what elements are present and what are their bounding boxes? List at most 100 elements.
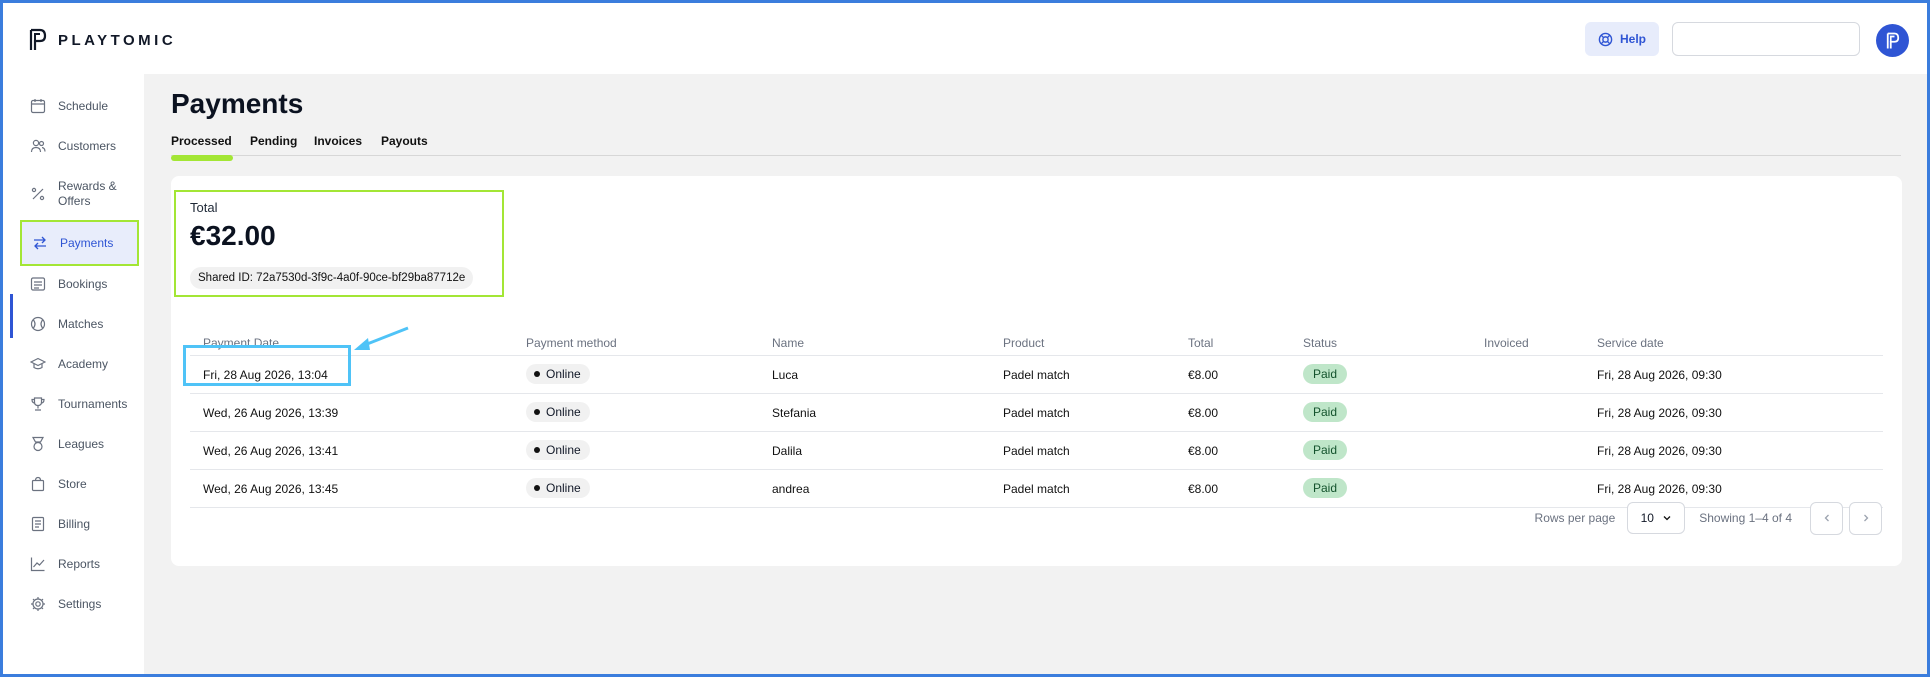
sidebar-item-label: Store — [58, 477, 87, 491]
sidebar-item-label: Academy — [58, 357, 109, 371]
customer-name: Luca — [772, 368, 799, 382]
sidebar-item-tournaments[interactable]: Tournaments — [20, 396, 138, 412]
users-icon — [30, 139, 46, 153]
ball-icon — [30, 316, 46, 332]
column-header[interactable]: Name — [772, 336, 804, 350]
payment-method-chip: Online — [526, 440, 590, 460]
status-dot — [534, 409, 540, 415]
sidebar-item-store[interactable]: Store — [20, 476, 138, 492]
tab-bar: Processed Pending Invoices Payouts — [171, 134, 1901, 156]
playtomic-logo-icon — [1886, 32, 1899, 48]
payments-card: Total €32.00 Shared ID: 72a7530d-3f9c-4a… — [171, 176, 1902, 566]
rows-per-page-label: Rows per page — [1534, 511, 1616, 525]
help-button[interactable]: Help — [1585, 22, 1659, 56]
top-bar: PLAYTOMIC Help — [0, 0, 1930, 74]
search-input[interactable] — [1672, 22, 1860, 56]
document-icon — [31, 516, 45, 532]
payments-table: Payment Date Payment method Name Product… — [190, 326, 1883, 508]
bag-icon — [31, 476, 45, 492]
sidebar-item-billing[interactable]: Billing — [20, 516, 138, 532]
sidebar-item-rewards-offers[interactable]: Rewards & Offers — [20, 178, 138, 210]
payment-date: Wed, 26 Aug 2026, 13:41 — [203, 444, 339, 458]
total-value: €32.00 — [190, 220, 276, 251]
calendar-icon — [30, 99, 46, 114]
amount: €8.00 — [1188, 406, 1219, 420]
list-icon — [30, 277, 46, 291]
sidebar-item-label: Billing — [58, 517, 91, 531]
sidebar-item-label: Settings — [58, 597, 102, 611]
customer-name: andrea — [772, 482, 810, 496]
percent-icon — [31, 187, 45, 201]
sidebar-item-bookings[interactable]: Bookings — [20, 276, 138, 292]
service-date: Fri, 28 Aug 2026, 09:30 — [1597, 406, 1722, 420]
column-header[interactable]: Total — [1188, 336, 1213, 350]
sidebar-item-label: Schedule — [58, 99, 109, 113]
customer-name: Stefania — [772, 406, 817, 420]
product: Padel match — [1003, 444, 1070, 458]
status-dot — [534, 371, 540, 377]
status-dot — [534, 447, 540, 453]
column-header[interactable]: Service date — [1597, 336, 1664, 350]
lifebuoy-icon — [1598, 32, 1613, 46]
sidebar-item-payments[interactable]: Payments — [20, 220, 139, 266]
table-header: Payment Date Payment method Name Product… — [190, 326, 1883, 356]
amount: €8.00 — [1188, 368, 1219, 382]
next-page-button[interactable] — [1849, 501, 1882, 535]
table-row[interactable]: Fri, 28 Aug 2026, 13:04 Online Luca Pade… — [190, 356, 1883, 394]
gear-icon — [31, 597, 45, 611]
graduation-cap-icon — [30, 357, 46, 370]
product: Padel match — [1003, 482, 1070, 496]
help-label: Help — [1619, 32, 1646, 46]
customer-name: Dalila — [772, 444, 803, 458]
arrows-swap-icon — [34, 236, 46, 250]
table-row[interactable]: Wed, 26 Aug 2026, 13:41 Online Dalila Pa… — [190, 432, 1883, 470]
annotation-arrow-icon — [354, 326, 409, 350]
brand-logo[interactable]: PLAYTOMIC — [28, 28, 176, 52]
previous-page-button[interactable] — [1810, 501, 1843, 535]
tab-invoices[interactable]: Invoices — [314, 134, 362, 148]
product: Padel match — [1003, 406, 1070, 420]
status-badge: Paid — [1303, 440, 1348, 460]
sidebar-item-label: Payments — [60, 236, 114, 250]
page-title: Payments — [171, 88, 304, 119]
amount: €8.00 — [1188, 482, 1219, 496]
sidebar-item-matches[interactable]: Matches — [20, 316, 138, 332]
tab-processed[interactable]: Processed — [171, 134, 232, 148]
product: Padel match — [1003, 368, 1070, 382]
sidebar-item-reports[interactable]: Reports — [20, 556, 138, 572]
sidebar-item-academy[interactable]: Academy — [20, 356, 138, 372]
sidebar-item-customers[interactable]: Customers — [20, 138, 138, 154]
tab-payouts[interactable]: Payouts — [381, 134, 428, 148]
sidebar-item-label: Tournaments — [58, 397, 128, 411]
avatar[interactable] — [1876, 24, 1909, 57]
sidebar-item-settings[interactable]: Settings — [20, 596, 138, 612]
column-header[interactable]: Invoiced — [1484, 336, 1529, 350]
sidebar-item-label: Bookings — [58, 277, 108, 291]
status-dot — [534, 485, 540, 491]
sidebar-item-label: Rewards & Offers — [58, 179, 117, 208]
sidebar: Schedule Customers Rewards & Offers Paym… — [0, 74, 144, 677]
tab-pending[interactable]: Pending — [250, 134, 297, 148]
column-header[interactable]: Product — [1003, 336, 1044, 350]
medal-icon — [31, 436, 45, 452]
column-header[interactable]: Status — [1303, 336, 1337, 350]
shared-id-chip: Shared ID: 72a7530d-3f9c-4a0f-90ce-bf29b… — [190, 267, 474, 289]
chart-line-icon — [30, 557, 45, 572]
sidebar-item-label: Matches — [58, 317, 104, 331]
sidebar-item-leagues[interactable]: Leagues — [20, 436, 138, 452]
total-summary: Total €32.00 Shared ID: 72a7530d-3f9c-4a… — [174, 190, 504, 297]
chevron-down-icon — [1663, 516, 1671, 521]
status-badge: Paid — [1303, 402, 1348, 422]
rows-per-page-select[interactable]: 10 — [1627, 502, 1686, 534]
table-row[interactable]: Wed, 26 Aug 2026, 13:39 Online Stefania … — [190, 394, 1883, 432]
sidebar-item-label: Customers — [58, 139, 117, 153]
pagination: Rows per page 10 Showing 1–4 of 4 — [1535, 501, 1882, 535]
payment-date: Wed, 26 Aug 2026, 13:45 — [203, 482, 339, 496]
payment-date: Wed, 26 Aug 2026, 13:39 — [203, 406, 339, 420]
column-header[interactable]: Payment method — [526, 336, 617, 350]
amount: €8.00 — [1188, 444, 1219, 458]
chevron-left-icon — [1824, 514, 1829, 522]
status-badge: Paid — [1303, 478, 1348, 498]
sidebar-item-schedule[interactable]: Schedule — [20, 98, 138, 114]
service-date: Fri, 28 Aug 2026, 09:30 — [1597, 368, 1722, 382]
